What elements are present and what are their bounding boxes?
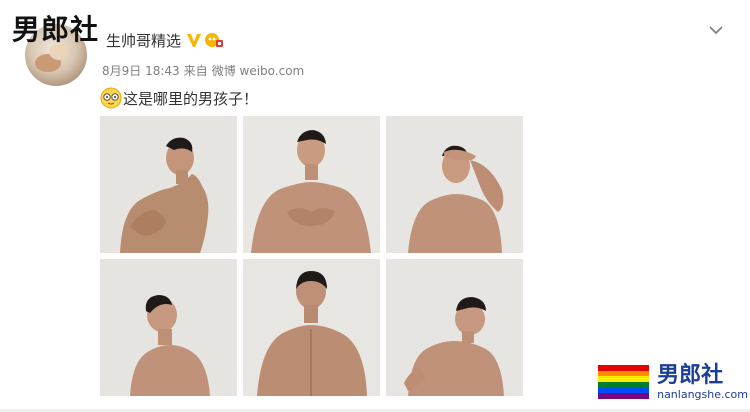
photo-image: [386, 259, 523, 396]
post-source[interactable]: 微博 weibo.com: [212, 62, 305, 79]
photo-3[interactable]: [386, 116, 523, 253]
watermark-url: nanlangshe.com: [657, 387, 748, 401]
photo-image: [100, 116, 237, 253]
post-meta: 8月9日 18:43 来自 微博 weibo.com: [102, 62, 304, 79]
watermark-brand: 男郎社: [657, 362, 724, 388]
chevron-down-icon[interactable]: [708, 22, 724, 38]
photo-5[interactable]: [243, 259, 380, 396]
post-text: 这是哪里的男孩子！: [100, 87, 258, 109]
avatar-shape: [49, 44, 69, 60]
post-timestamp[interactable]: 8月9日 18:43: [102, 62, 180, 79]
watermark-bottom: 男郎社 nanlangshe.com: [598, 362, 748, 402]
post-body: 这是哪里的男孩子！: [123, 89, 259, 108]
watermark-top: 男郎社: [12, 13, 100, 46]
verified-v-icon: [187, 34, 202, 47]
photo-4[interactable]: [100, 259, 237, 396]
rainbow-stripe: [598, 393, 650, 400]
source-prefix: 来自: [183, 64, 208, 78]
emoji-icon: [100, 87, 122, 109]
watermark-text: 男郎社 nanlangshe.com: [657, 362, 748, 401]
photo-image: [100, 259, 237, 396]
photo-1[interactable]: [100, 116, 237, 253]
username[interactable]: 生帅哥精选: [106, 30, 181, 51]
photo-image: [243, 116, 380, 253]
photo-grid: [100, 116, 523, 398]
rainbow-flag-icon: [598, 365, 650, 400]
member-badge-icon[interactable]: [204, 31, 224, 49]
photo-image: [386, 116, 523, 253]
photo-2[interactable]: [243, 116, 380, 253]
photo-6[interactable]: [386, 259, 523, 396]
photo-image: [243, 259, 380, 396]
post-header: 生帅哥精选: [102, 26, 224, 54]
